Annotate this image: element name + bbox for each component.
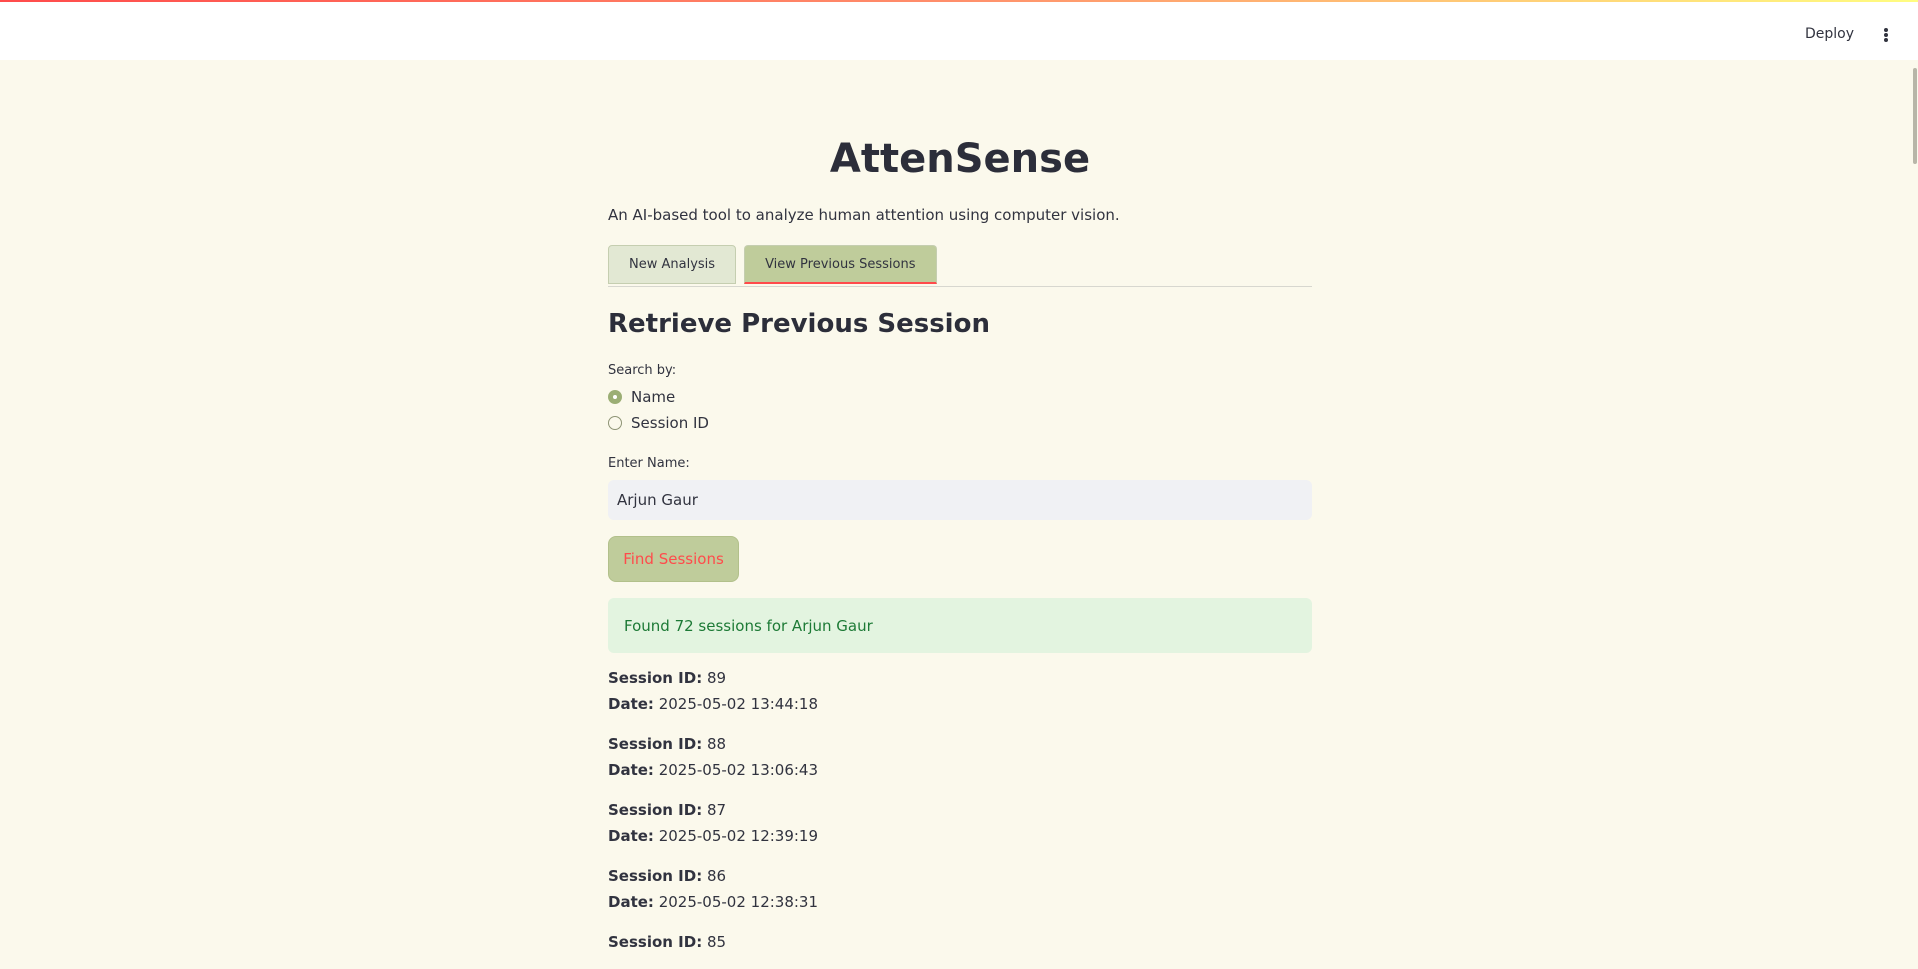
session-item: Session ID: 85: [608, 929, 1312, 955]
session-date-value: 2025-05-02 13:44:18: [658, 695, 819, 713]
scrollbar[interactable]: [1910, 60, 1918, 957]
page-title: AttenSense: [829, 136, 1091, 182]
radio-checked-icon[interactable]: [608, 390, 622, 404]
session-id-label: Session ID:: [608, 735, 703, 753]
session-id-label: Session ID:: [608, 669, 703, 687]
session-id-value: 87: [707, 801, 727, 819]
session-item: Session ID: 89 Date: 2025-05-02 13:44:18: [608, 665, 1312, 717]
section-title: Retrieve Previous Session: [608, 309, 990, 339]
session-id-value: 88: [707, 735, 727, 753]
session-date-label: Date:: [608, 695, 654, 713]
session-id-value: 86: [707, 867, 727, 885]
session-date-label: Date:: [608, 827, 654, 845]
session-date-value: 2025-05-02 12:38:31: [658, 893, 819, 911]
session-date-label: Date:: [608, 761, 654, 779]
session-date-label: Date:: [608, 893, 654, 911]
tab-new-analysis[interactable]: New Analysis: [608, 245, 737, 284]
search-by-radio-group: Name Session ID: [608, 384, 1312, 436]
app-header: Deploy: [0, 2, 1918, 60]
radio-label-session-id: Session ID: [631, 414, 709, 432]
session-id-label: Session ID:: [608, 867, 703, 885]
session-id-value: 89: [707, 669, 727, 687]
find-sessions-button[interactable]: Find Sessions: [608, 536, 739, 582]
deploy-button[interactable]: Deploy: [1805, 26, 1854, 42]
success-alert: Found 72 sessions for Arjun Gaur: [608, 598, 1312, 653]
radio-option-name[interactable]: Name: [608, 384, 1312, 410]
main-content: AttenSense An AI-based tool to analyze h…: [608, 60, 1312, 969]
page-subtitle: An AI-based tool to analyze human attent…: [608, 206, 1120, 224]
session-list: Session ID: 89 Date: 2025-05-02 13:44:18…: [608, 665, 1312, 955]
tab-bar: New Analysis View Previous Sessions: [608, 245, 1312, 287]
radio-label-name: Name: [631, 388, 676, 406]
session-item: Session ID: 86 Date: 2025-05-02 12:38:31: [608, 863, 1312, 915]
radio-option-session-id[interactable]: Session ID: [608, 410, 1312, 436]
search-by-label: Search by:: [608, 363, 677, 378]
enter-name-label: Enter Name:: [608, 456, 690, 471]
session-item: Session ID: 88 Date: 2025-05-02 13:06:43: [608, 731, 1312, 783]
main-menu-icon[interactable]: [1884, 28, 1888, 42]
session-id-label: Session ID:: [608, 933, 703, 951]
session-date-value: 2025-05-02 12:39:19: [658, 827, 819, 845]
session-id-label: Session ID:: [608, 801, 703, 819]
session-item: Session ID: 87 Date: 2025-05-02 12:39:19: [608, 797, 1312, 849]
name-input[interactable]: [608, 480, 1312, 520]
session-date-value: 2025-05-02 13:06:43: [658, 761, 819, 779]
radio-unchecked-icon[interactable]: [608, 416, 622, 430]
session-id-value: 85: [707, 933, 727, 951]
tab-view-previous-sessions[interactable]: View Previous Sessions: [744, 245, 937, 284]
scrollbar-thumb[interactable]: [1913, 68, 1917, 164]
